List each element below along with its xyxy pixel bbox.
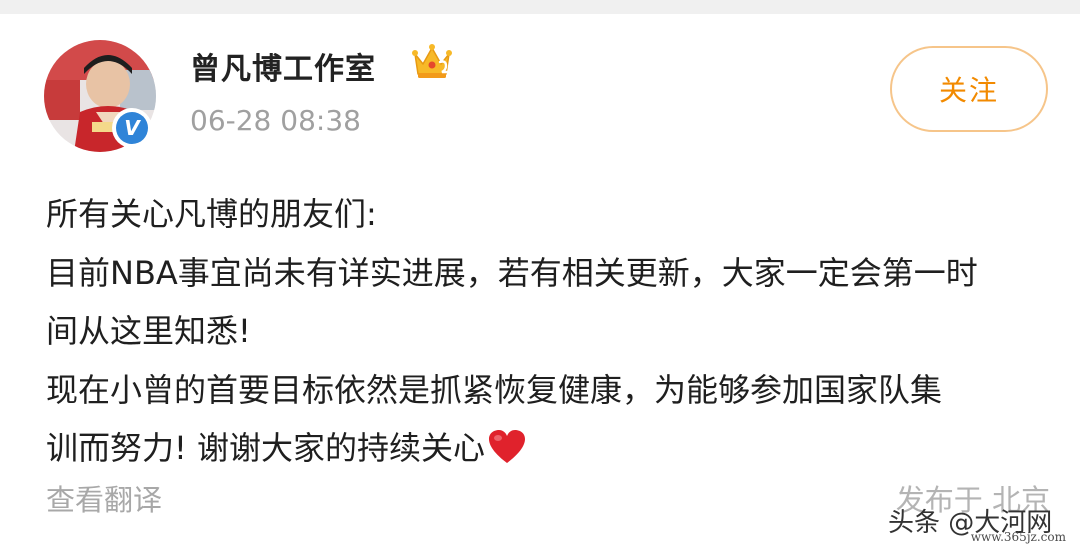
view-translation-link[interactable]: 查看翻译 xyxy=(46,477,162,519)
follow-button[interactable]: 关注 xyxy=(890,46,1048,132)
top-strip xyxy=(0,0,1080,14)
heart-icon xyxy=(489,430,526,463)
verified-icon: V xyxy=(116,112,148,144)
user-name[interactable]: 曾凡博工作室 xyxy=(190,44,376,88)
post-line: 训而努力! 谢谢大家的持续关心 xyxy=(46,429,486,467)
post-body: 所有关心凡博的朋友们: 目前NBA事宜尚未有详实进展，若有相关更新，大家一定会第… xyxy=(46,185,1056,478)
watermark: 头条 @大河网 www.365jz.com xyxy=(888,502,1068,546)
post-line: 所有关心凡博的朋友们: xyxy=(46,195,377,233)
verified-badge: V xyxy=(112,108,152,148)
post-line: 间从这里知悉! xyxy=(46,312,251,350)
post-time: 06-28 08:38 xyxy=(190,104,361,137)
post-line: 现在小曾的首要目标依然是抓紧恢复健康，为能够参加国家队集 xyxy=(46,370,943,409)
watermark-url: www.365jz.com xyxy=(970,530,1066,544)
post-line-last: 训而努力! 谢谢大家的持续关心 xyxy=(46,419,1056,478)
crown-level-icon[interactable] xyxy=(410,42,454,82)
post-line: 目前NBA事宜尚未有详实进展，若有相关更新，大家一定会第一时 xyxy=(46,253,978,292)
